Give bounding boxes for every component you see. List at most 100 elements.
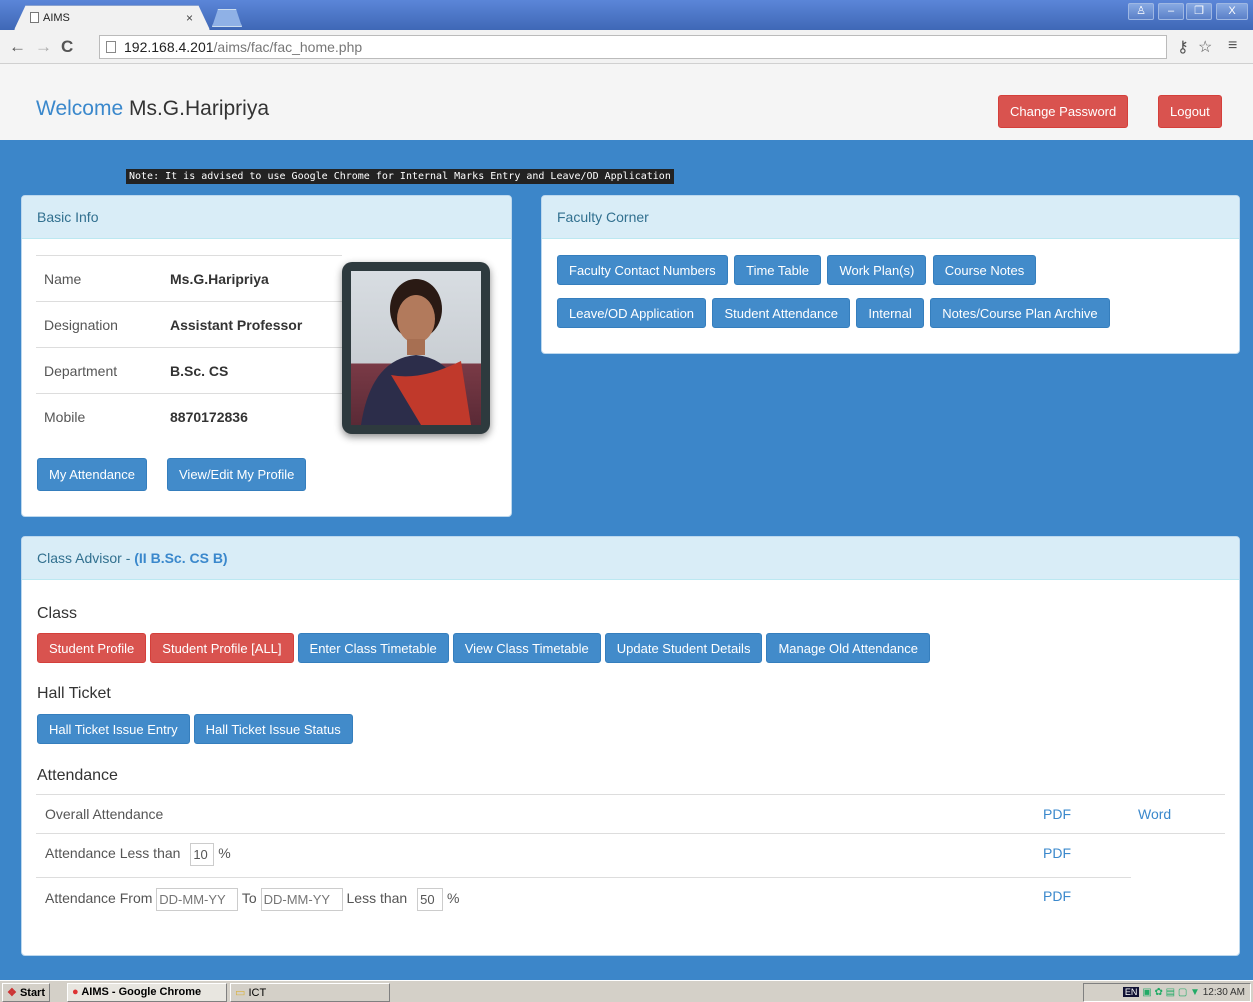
chrome-icon: ●	[72, 986, 79, 998]
hall-ticket-entry-button[interactable]: Hall Ticket Issue Entry	[37, 714, 190, 744]
key-icon[interactable]: ⚷	[1177, 37, 1189, 57]
basic-info-table: Name Ms.G.Haripriya Designation Assistan…	[36, 255, 342, 439]
info-row-mobile: Mobile 8870172836	[36, 393, 342, 439]
browser-tab[interactable]: AIMS ×	[14, 5, 210, 30]
my-attendance-button[interactable]: My Attendance	[37, 458, 147, 491]
start-label: Start	[19, 987, 45, 999]
class-section-title: Class	[37, 605, 78, 622]
info-row-designation: Designation Assistant Professor	[36, 301, 342, 347]
windows-icon: ❖	[7, 987, 17, 999]
welcome-user: Ms.G.Haripriya	[128, 97, 270, 120]
hall-ticket-button-row: Hall Ticket Issue Entry Hall Ticket Issu…	[37, 714, 353, 744]
attendance-range-row: Attendance From To Less than %	[36, 877, 1131, 921]
info-value: Assistant Professor	[170, 316, 303, 333]
to-label: To	[241, 890, 257, 907]
faculty-corner-heading: Faculty Corner	[542, 196, 1239, 239]
star-icon[interactable]: ☆	[1198, 37, 1212, 57]
edit-profile-button[interactable]: View/Edit My Profile	[167, 458, 307, 491]
work-plan-button[interactable]: Work Plan(s)	[827, 255, 927, 285]
internal-button[interactable]: Internal	[856, 298, 924, 328]
basic-info-heading: Basic Info	[22, 196, 511, 239]
time-table-button[interactable]: Time Table	[734, 255, 821, 285]
faculty-contact-button[interactable]: Faculty Contact Numbers	[557, 255, 728, 285]
class-advisor-label: Class Advisor -	[37, 550, 135, 566]
info-label: Designation	[44, 316, 118, 333]
address-bar: ← → C 192.168.4.201/aims/fac/fac_home.ph…	[0, 30, 1253, 64]
overall-word-link[interactable]: Word	[1138, 806, 1171, 822]
maximize-button[interactable]: ❐	[1186, 3, 1212, 20]
page-header: Welcome Ms.G.Haripriya Change Password L…	[0, 64, 1253, 140]
info-row-name: Name Ms.G.Haripriya	[36, 255, 342, 301]
forward-icon[interactable]: →	[35, 37, 52, 57]
to-date-input[interactable]	[260, 888, 343, 911]
class-advisor-class: (II B.Sc. CS B)	[134, 550, 228, 566]
hall-ticket-status-button[interactable]: Hall Ticket Issue Status	[193, 714, 353, 744]
hall-ticket-section-title: Hall Ticket	[37, 685, 111, 702]
change-password-button[interactable]: Change Password	[998, 95, 1129, 128]
browser-note: Note: It is advised to use Google Chrome…	[126, 169, 674, 184]
overall-pdf-link[interactable]: PDF	[1043, 806, 1071, 822]
menu-icon[interactable]: ≡	[1228, 37, 1237, 55]
info-row-department: Department B.Sc. CS	[36, 347, 342, 393]
attendance-section-title: Attendance	[37, 767, 118, 784]
less-than-pdf-link[interactable]: PDF	[1043, 845, 1071, 861]
basic-info-panel: Basic Info Name Ms.G.Haripriya Designati…	[21, 195, 512, 517]
tab-title: AIMS	[43, 12, 70, 24]
less-than-input[interactable]	[190, 843, 215, 866]
profile-photo	[342, 262, 490, 434]
new-tab-button[interactable]	[212, 9, 242, 27]
welcome-title: Welcome Ms.G.Haripriya	[36, 97, 269, 121]
student-profile-all-button[interactable]: Student Profile [ALL]	[150, 633, 294, 663]
url-input[interactable]: 192.168.4.201/aims/fac/fac_home.php	[99, 35, 1167, 59]
page-icon	[106, 41, 116, 53]
manage-old-attendance-button[interactable]: Manage Old Attendance	[766, 633, 930, 663]
info-label: Department	[44, 362, 118, 379]
course-notes-button[interactable]: Course Notes	[932, 255, 1037, 285]
percent-label: %	[447, 890, 460, 907]
info-value: B.Sc. CS	[170, 362, 229, 379]
profile-photo-image	[351, 271, 481, 425]
back-icon[interactable]: ←	[9, 37, 26, 57]
leave-od-button[interactable]: Leave/OD Application	[557, 298, 707, 328]
view-class-timetable-button[interactable]: View Class Timetable	[452, 633, 601, 663]
clock: 12:30 AM	[1202, 987, 1245, 998]
notes-archive-button[interactable]: Notes/Course Plan Archive	[930, 298, 1110, 328]
range-less-than-input[interactable]	[417, 888, 444, 911]
minimize-button[interactable]: –	[1158, 3, 1184, 20]
close-window-button[interactable]: X	[1216, 3, 1248, 20]
folder-icon: ▭	[235, 987, 246, 999]
from-date-input[interactable]	[156, 888, 239, 911]
logout-button[interactable]: Logout	[1158, 95, 1222, 128]
student-profile-button[interactable]: Student Profile	[37, 633, 147, 663]
faculty-corner-panel: Faculty Corner Faculty Contact Numbers T…	[541, 195, 1240, 354]
range-pdf-link[interactable]: PDF	[1043, 888, 1071, 904]
faculty-corner-row-2: Leave/OD Application Student Attendance …	[557, 298, 1110, 328]
welcome-label: Welcome	[36, 97, 124, 120]
browser-titlebar: AIMS × ♙ – ❐ X	[0, 0, 1253, 30]
language-indicator[interactable]: EN	[1122, 987, 1140, 997]
percent-label: %	[218, 845, 231, 862]
overall-attendance-label: Overall Attendance	[45, 806, 164, 822]
page-icon	[30, 12, 39, 23]
folder-item-label: ICT	[248, 987, 267, 999]
taskbar-folder-item[interactable]: ▭ ICT	[230, 983, 390, 1002]
info-label: Mobile	[44, 408, 86, 425]
faculty-corner-row-1: Faculty Contact Numbers Time Table Work …	[557, 255, 1037, 285]
class-advisor-panel: Class Advisor - (II B.Sc. CS B) Class St…	[21, 536, 1240, 956]
reload-icon[interactable]: C	[61, 37, 73, 57]
enter-class-timetable-button[interactable]: Enter Class Timetable	[297, 633, 449, 663]
less-than-label: Attendance Less than	[45, 845, 181, 862]
taskbar-chrome-item[interactable]: ● AIMS - Google Chrome	[67, 983, 227, 1002]
system-tray: EN ▣ ✿ ▤ ▢ ▼ 12:30 AM	[1083, 983, 1251, 1002]
student-attendance-button[interactable]: Student Attendance	[712, 298, 850, 328]
start-button[interactable]: ❖ Start	[2, 983, 50, 1002]
chrome-item-label: AIMS - Google Chrome	[81, 986, 202, 998]
class-advisor-heading: Class Advisor - (II B.Sc. CS B)	[22, 537, 1239, 580]
update-student-details-button[interactable]: Update Student Details	[604, 633, 763, 663]
tab-close-icon[interactable]: ×	[186, 11, 193, 25]
url-path: /aims/fac/fac_home.php	[213, 39, 363, 55]
info-value: Ms.G.Haripriya	[170, 270, 269, 287]
tray-icons: ▣ ✿ ▤ ▢ ▼	[1142, 987, 1200, 998]
url-host: 192.168.4.201	[124, 39, 214, 55]
user-icon[interactable]: ♙	[1128, 3, 1154, 20]
